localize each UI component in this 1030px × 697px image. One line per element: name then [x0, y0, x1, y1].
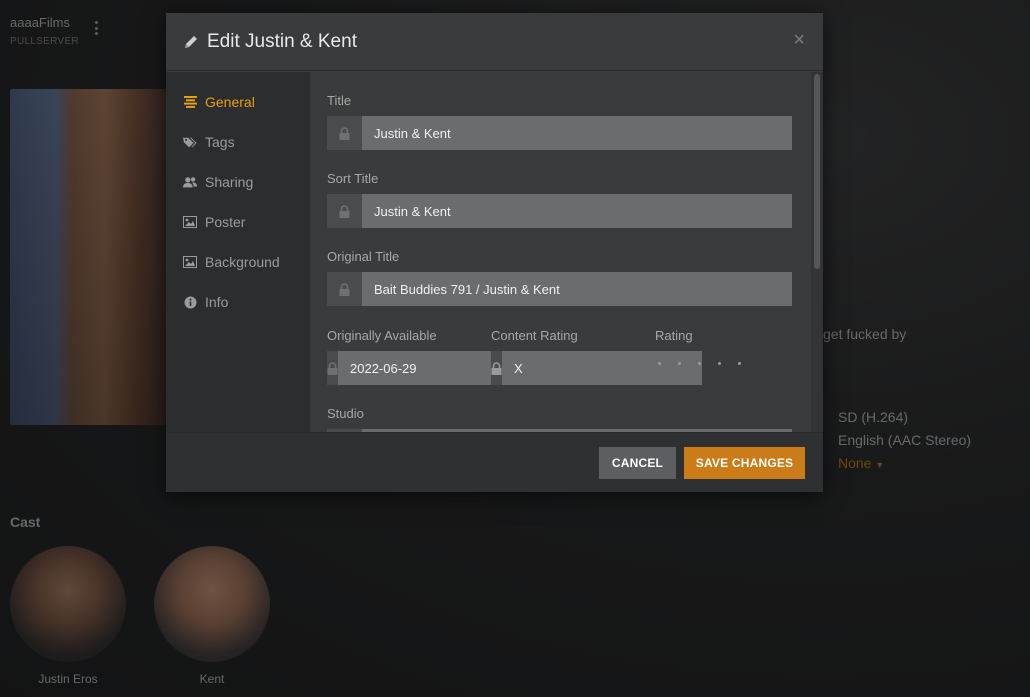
- cancel-button[interactable]: CANCEL: [599, 447, 676, 479]
- star-icon[interactable]: [676, 360, 682, 366]
- originally-available-field-group: [327, 351, 538, 385]
- list-icon: [183, 95, 197, 109]
- scrollbar[interactable]: [811, 72, 823, 432]
- nav-label: Tags: [205, 134, 235, 150]
- title-field-group: [327, 116, 792, 150]
- content-rating-label: Content Rating: [491, 328, 578, 343]
- scrollbar-thumb[interactable]: [814, 74, 820, 269]
- title-label: Title: [327, 93, 352, 108]
- edit-dialog: Edit Justin & Kent × General Tags Sharin…: [166, 13, 823, 492]
- lock-icon[interactable]: [327, 351, 338, 385]
- pencil-icon: [183, 34, 199, 50]
- dialog-title: Edit Justin & Kent: [207, 30, 357, 52]
- save-changes-button[interactable]: SAVE CHANGES: [684, 447, 805, 479]
- image-icon: [183, 215, 197, 229]
- content-rating-field-group: [491, 351, 702, 385]
- star-icon[interactable]: [716, 360, 722, 366]
- nav-item-sharing[interactable]: Sharing: [166, 162, 310, 202]
- studio-label: Studio: [327, 406, 364, 421]
- lock-icon[interactable]: [327, 194, 362, 228]
- content-rating-input[interactable]: [502, 351, 702, 385]
- nav-label: General: [205, 94, 255, 110]
- original-title-input[interactable]: [362, 272, 792, 306]
- users-icon: [183, 175, 197, 189]
- rating-label: Rating: [655, 328, 693, 343]
- dialog-header: Edit Justin & Kent ×: [166, 13, 823, 71]
- lock-icon[interactable]: [491, 351, 502, 385]
- general-form: Title Sort Title Original Title: [310, 72, 823, 432]
- dialog-footer: CANCEL SAVE CHANGES: [166, 432, 823, 492]
- image-icon: [183, 255, 197, 269]
- dialog-body: General Tags Sharing Poster Background I…: [166, 72, 823, 432]
- title-input[interactable]: [362, 116, 792, 150]
- star-icon[interactable]: [656, 360, 662, 366]
- star-icon[interactable]: [696, 360, 702, 366]
- nav-label: Info: [205, 294, 229, 310]
- lock-icon[interactable]: [327, 116, 362, 150]
- rating-stars[interactable]: [656, 360, 742, 366]
- tags-icon: [183, 135, 197, 149]
- nav-item-background[interactable]: Background: [166, 242, 310, 282]
- nav-label: Poster: [205, 214, 246, 230]
- original-title-field-group: [327, 272, 792, 306]
- original-title-label: Original Title: [327, 249, 400, 264]
- sort-title-label: Sort Title: [327, 171, 379, 186]
- nav-item-poster[interactable]: Poster: [166, 202, 310, 242]
- close-icon[interactable]: ×: [793, 30, 805, 50]
- nav-item-general[interactable]: General: [166, 82, 310, 122]
- nav-label: Background: [205, 254, 280, 270]
- nav-item-tags[interactable]: Tags: [166, 122, 310, 162]
- originally-available-label: Originally Available: [327, 328, 437, 343]
- nav-label: Sharing: [205, 174, 254, 190]
- dialog-sidebar: General Tags Sharing Poster Background I…: [166, 72, 310, 432]
- sort-title-input[interactable]: [362, 194, 792, 228]
- sort-title-field-group: [327, 194, 792, 228]
- star-icon[interactable]: [736, 360, 742, 366]
- nav-item-info[interactable]: Info: [166, 282, 310, 322]
- info-icon: [183, 295, 197, 309]
- lock-icon[interactable]: [327, 272, 362, 306]
